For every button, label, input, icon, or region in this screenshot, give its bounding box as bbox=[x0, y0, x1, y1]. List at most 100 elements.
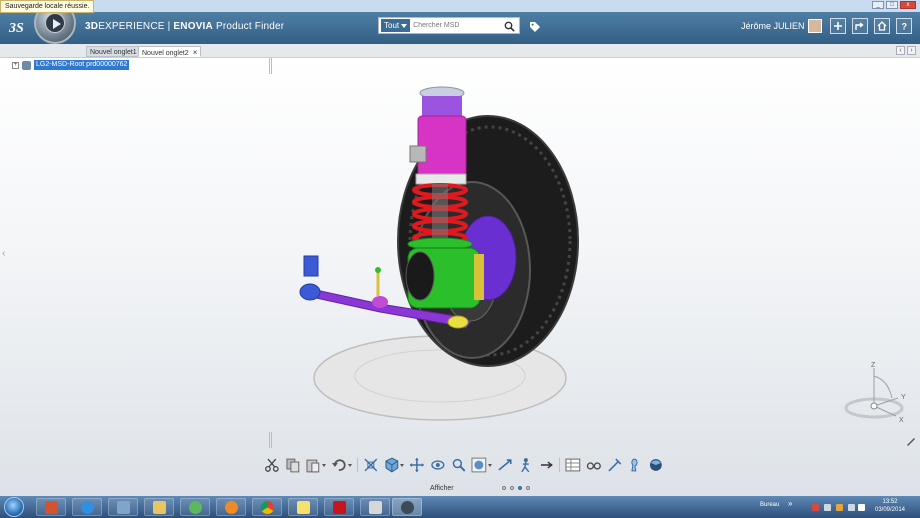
cut-icon[interactable] bbox=[264, 457, 280, 473]
walk-icon[interactable] bbox=[518, 457, 534, 473]
zoom-icon[interactable] bbox=[451, 457, 467, 473]
toolbar-divider bbox=[559, 458, 561, 472]
gizmo-y-label: Y bbox=[901, 394, 906, 401]
brand-rest: EXPERIENCE bbox=[98, 21, 165, 32]
volume-icon[interactable] bbox=[858, 504, 865, 511]
mount-bracket bbox=[409, 145, 427, 163]
tray-flag-icon[interactable] bbox=[836, 504, 843, 511]
undo-icon[interactable] bbox=[331, 457, 347, 473]
tray-desktop-label[interactable]: Bureau bbox=[760, 502, 779, 508]
help-icon: ? bbox=[902, 22, 908, 32]
pan-icon[interactable] bbox=[409, 457, 425, 473]
window-frame: _ □ x bbox=[0, 0, 920, 12]
clock-time: 13:52 bbox=[882, 499, 898, 505]
pager-dot[interactable] bbox=[502, 486, 506, 490]
media-icon[interactable] bbox=[216, 498, 246, 516]
share-button[interactable] bbox=[852, 18, 868, 34]
glasses-icon[interactable] bbox=[586, 457, 602, 473]
tab-label: Nouvel onglet2 bbox=[142, 50, 189, 57]
close-icon[interactable]: × bbox=[193, 48, 198, 57]
scroll-right-button[interactable]: › bbox=[907, 46, 916, 55]
section-label[interactable]: Afficher bbox=[430, 485, 454, 492]
minimize-button[interactable]: _ bbox=[872, 1, 884, 9]
network-icon[interactable] bbox=[108, 498, 138, 516]
scroll-left-button[interactable]: ‹ bbox=[896, 46, 905, 55]
add-button[interactable] bbox=[830, 18, 846, 34]
powerpoint-icon[interactable] bbox=[36, 498, 66, 516]
save-notification: Sauvegarde locale réussie. bbox=[0, 0, 95, 13]
tray-chevron-icon[interactable]: » bbox=[788, 499, 792, 508]
chevron-down-icon[interactable] bbox=[347, 463, 352, 467]
axis-gizmo[interactable]: Z Y X bbox=[844, 358, 914, 424]
internet-explorer-icon[interactable] bbox=[72, 498, 102, 516]
lower-ball-joint bbox=[447, 315, 469, 329]
chevron-down-icon[interactable] bbox=[322, 463, 327, 467]
chrome-icon[interactable] bbox=[252, 498, 282, 516]
user-name[interactable]: Jérôme JULIEN bbox=[741, 21, 805, 31]
tab-nouvel-onglet2[interactable]: Nouvel onglet2 × bbox=[138, 46, 202, 57]
avatar[interactable] bbox=[808, 19, 822, 33]
measure-icon[interactable] bbox=[607, 457, 623, 473]
fly-icon[interactable] bbox=[497, 457, 513, 473]
svg-text:3S: 3S bbox=[8, 21, 24, 36]
tie-rod-end bbox=[375, 267, 381, 273]
arm-bushing bbox=[299, 283, 321, 301]
tray-display-icon[interactable] bbox=[848, 504, 855, 511]
folder-icon[interactable] bbox=[144, 498, 174, 516]
cube-view-icon[interactable] bbox=[384, 457, 400, 473]
pager-dot-active[interactable] bbox=[518, 486, 522, 490]
pager-dot[interactable] bbox=[510, 486, 514, 490]
search-input[interactable] bbox=[413, 22, 504, 29]
search-bar: Tout bbox=[378, 17, 520, 34]
share-icon bbox=[855, 22, 864, 30]
ds-logo-icon: 3S bbox=[8, 21, 24, 36]
system-clock[interactable]: 13:52 03/09/2014 bbox=[870, 498, 910, 514]
3d-viewer[interactable]: + LG2-MSD-Root prd00000762 ‹ Z Y X bbox=[0, 58, 920, 496]
copy-icon[interactable] bbox=[285, 457, 301, 473]
app-header: 3S 3DEXPERIENCE | ENOVIA Product Finder … bbox=[0, 12, 920, 44]
3dexperience-icon[interactable] bbox=[392, 498, 422, 516]
rotate-icon[interactable] bbox=[430, 457, 446, 473]
home-button[interactable] bbox=[874, 18, 890, 34]
start-button[interactable] bbox=[4, 497, 24, 517]
tab-label: Nouvel onglet1 bbox=[90, 49, 137, 56]
svg-text:?: ? bbox=[902, 22, 908, 32]
maximize-button[interactable]: □ bbox=[886, 1, 898, 9]
suspension-assembly-model[interactable] bbox=[0, 58, 920, 496]
clock-date: 03/09/2014 bbox=[874, 507, 906, 513]
tray-alert-icon[interactable] bbox=[812, 504, 819, 511]
pen-icon[interactable] bbox=[906, 436, 916, 446]
render-style-icon[interactable] bbox=[471, 457, 487, 473]
app-title: 3DEXPERIENCE | ENOVIA Product Finder bbox=[85, 21, 284, 32]
action-bar bbox=[260, 454, 664, 476]
messenger-icon[interactable] bbox=[180, 498, 210, 516]
search-icon[interactable] bbox=[504, 21, 515, 32]
brand-prefix: 3D bbox=[85, 21, 99, 32]
tray-network-icon[interactable] bbox=[824, 504, 831, 511]
tab-nouvel-onglet1[interactable]: Nouvel onglet1 bbox=[86, 46, 141, 57]
gizmo-center bbox=[870, 402, 878, 410]
paste-icon[interactable] bbox=[305, 457, 321, 473]
chevron-down-icon[interactable] bbox=[488, 463, 493, 467]
toolbar-pager bbox=[502, 486, 530, 490]
compass-center[interactable] bbox=[45, 13, 65, 33]
chevron-down-icon[interactable] bbox=[400, 463, 405, 467]
sticky-notes-icon[interactable] bbox=[288, 498, 318, 516]
hub-bearing bbox=[405, 251, 435, 301]
pager-dot[interactable] bbox=[526, 486, 530, 490]
help-button[interactable]: ? bbox=[896, 18, 912, 34]
table-icon[interactable] bbox=[565, 457, 581, 473]
color-icon[interactable] bbox=[648, 457, 664, 473]
search-scope-dropdown[interactable]: Tout bbox=[381, 19, 411, 32]
close-window-button[interactable]: x bbox=[900, 1, 916, 9]
arrow-right-icon[interactable] bbox=[539, 457, 555, 473]
fit-all-icon[interactable] bbox=[363, 457, 379, 473]
ball-joint bbox=[372, 296, 388, 308]
tag-icon[interactable] bbox=[529, 21, 541, 33]
acrobat-icon[interactable] bbox=[324, 498, 354, 516]
explode-icon[interactable] bbox=[627, 457, 643, 473]
gizmo-x-axis bbox=[873, 405, 897, 417]
plus-icon bbox=[834, 22, 842, 30]
paint-icon[interactable] bbox=[360, 498, 390, 516]
search-scope-label: Tout bbox=[384, 21, 400, 30]
